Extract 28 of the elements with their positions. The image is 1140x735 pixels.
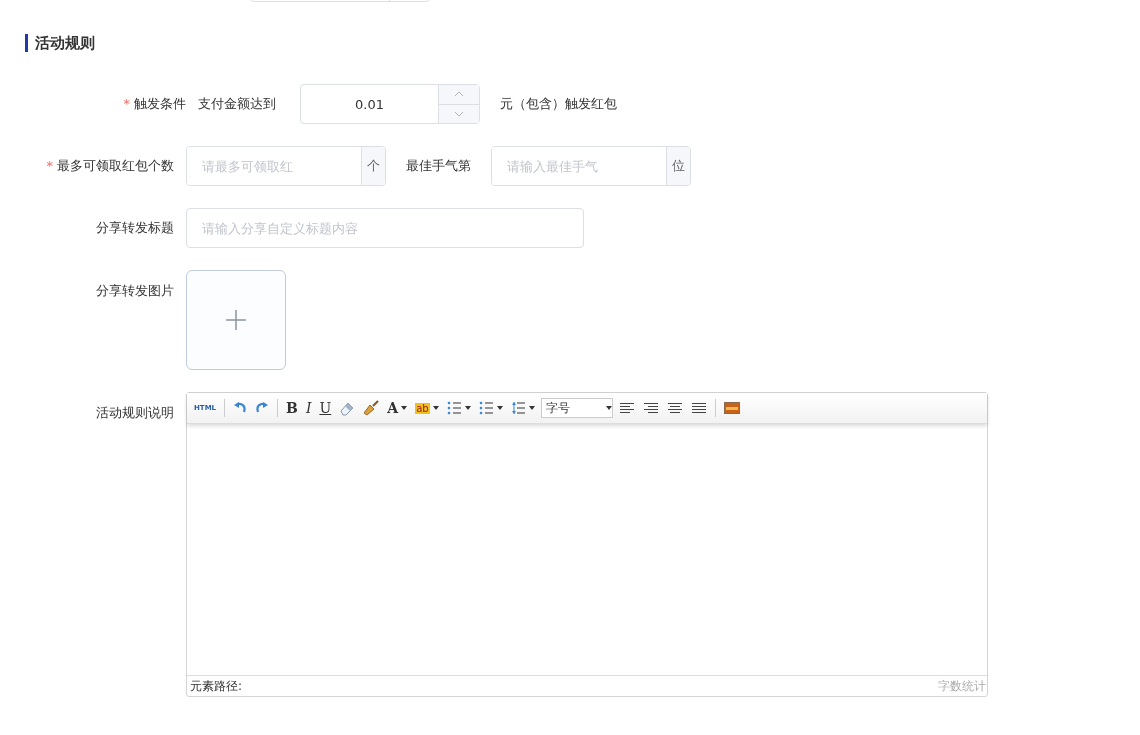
underline-button[interactable]: U (317, 398, 334, 418)
field-prefix: 支付金额达到 (198, 95, 276, 113)
field-label: 最佳手气第 (406, 157, 471, 175)
field-suffix: 元（包含）触发红包 (500, 95, 617, 113)
word-count-label: 字数统计 (938, 677, 986, 695)
field-label: 触发条件 (134, 96, 186, 111)
input-field[interactable]: 请最多可领取红 个 (186, 146, 386, 186)
required-asterisk: * (46, 158, 53, 173)
input-field[interactable]: 请输入分享自定义标题内容 (186, 208, 584, 248)
field-label: 分享转发标题 (96, 220, 174, 235)
unit-label: 位 (666, 147, 690, 185)
brush-icon[interactable] (361, 398, 382, 418)
line-spacing-icon (510, 401, 526, 415)
section-title: 活动规则 (25, 34, 95, 52)
highlight-button[interactable]: ab (413, 398, 441, 418)
plus-icon (225, 309, 247, 331)
field-label: 最多可领取红包个数 (57, 158, 174, 173)
bold-button[interactable]: B (284, 398, 300, 418)
field-label: 分享转发图片 (96, 283, 174, 298)
italic-button[interactable]: I (303, 398, 314, 418)
bullet-list-icon (478, 401, 494, 415)
field-label: 活动规则说明 (96, 405, 174, 420)
element-path-label: 元素路径: (190, 677, 243, 695)
font-size-select[interactable]: 字号 (540, 398, 613, 418)
input-field[interactable]: 请输入最佳手气 位 (491, 146, 691, 186)
unit-label: 个 (361, 147, 385, 185)
font-color-button[interactable]: A (385, 398, 410, 418)
required-asterisk: * (123, 96, 130, 111)
